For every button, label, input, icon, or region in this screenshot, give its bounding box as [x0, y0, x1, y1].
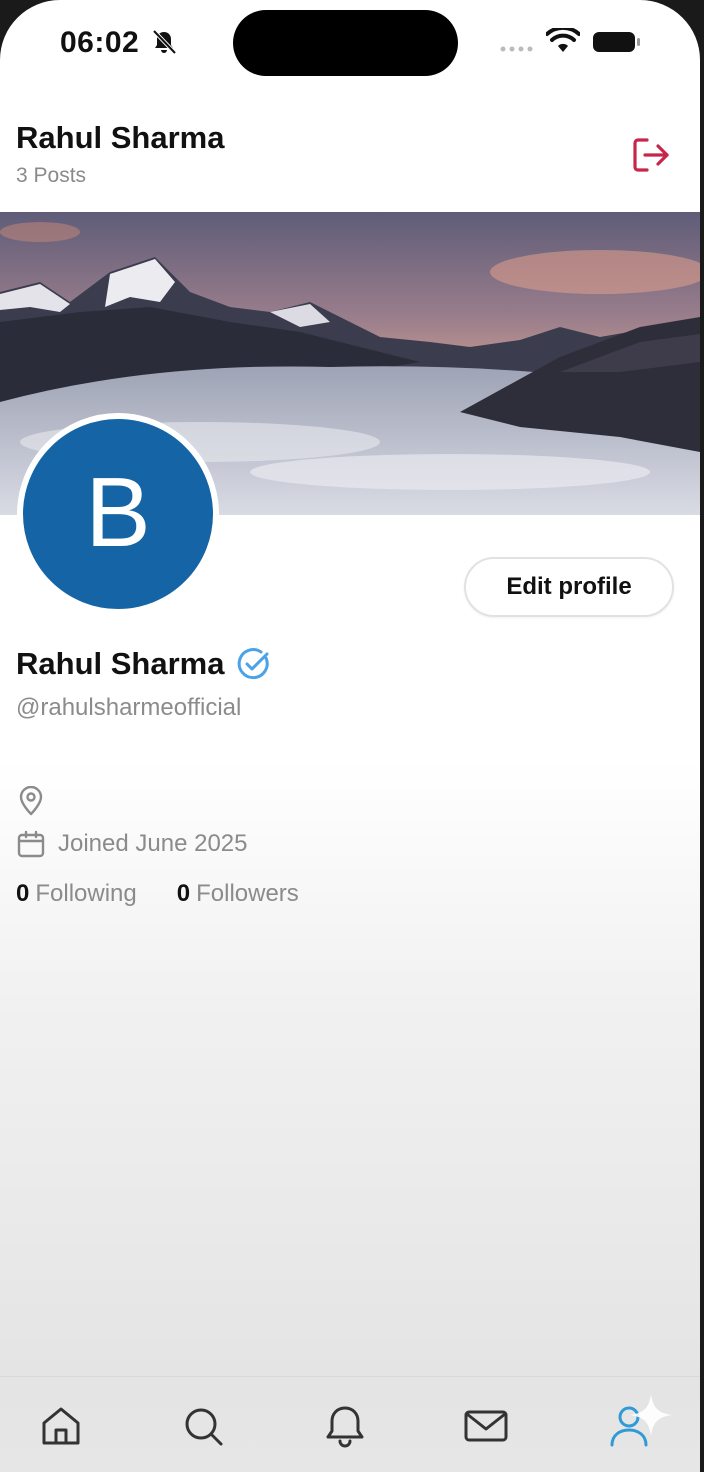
tab-messages[interactable]: [463, 1403, 509, 1449]
dynamic-island: [233, 10, 458, 76]
tab-notifications[interactable]: [322, 1403, 368, 1449]
messages-icon: [464, 1410, 508, 1442]
status-time: 06:02: [60, 26, 140, 59]
cellular-icon: [500, 46, 533, 52]
calendar-icon: [17, 830, 45, 858]
bell-slash-icon: [152, 29, 177, 55]
wifi-icon: [546, 28, 580, 52]
followers-count: 0: [176, 880, 191, 907]
notifications-icon: [326, 1406, 364, 1448]
location-icon: [19, 786, 43, 816]
profile-name: Rahul Sharma: [16, 646, 225, 681]
joined-date: Joined June 2025: [58, 830, 248, 857]
status-bar: 06:02: [0, 0, 700, 90]
profile-handle: @rahulsharmeofficial: [16, 694, 242, 721]
following-count: 0: [16, 880, 30, 907]
avatar-letter: B: [85, 457, 151, 567]
tab-home[interactable]: [38, 1403, 84, 1449]
phone-screen: 06:02 Rahul Sharma 3 Posts B Edit profil…: [0, 0, 700, 1472]
logout-icon[interactable]: [630, 134, 672, 176]
followers-label: Followers: [196, 880, 299, 907]
following-label: Following: [35, 880, 137, 907]
post-count: 3 Posts: [16, 164, 87, 187]
avatar[interactable]: B: [17, 413, 219, 615]
search-icon: [185, 1408, 223, 1446]
tab-bar: [0, 1376, 700, 1472]
header-title: Rahul Sharma: [16, 120, 225, 155]
edit-profile-button[interactable]: Edit profile: [464, 557, 674, 617]
home-icon: [42, 1407, 80, 1445]
follow-stats: 0 Following 0 Followers: [16, 880, 299, 908]
tab-search[interactable]: [180, 1403, 226, 1449]
verified-icon: [237, 648, 269, 680]
following-stat[interactable]: 0 Following: [16, 880, 137, 908]
battery-icon: [593, 32, 640, 52]
followers-stat[interactable]: 0 Followers: [177, 880, 299, 908]
sparkle-icon: [630, 1394, 672, 1436]
